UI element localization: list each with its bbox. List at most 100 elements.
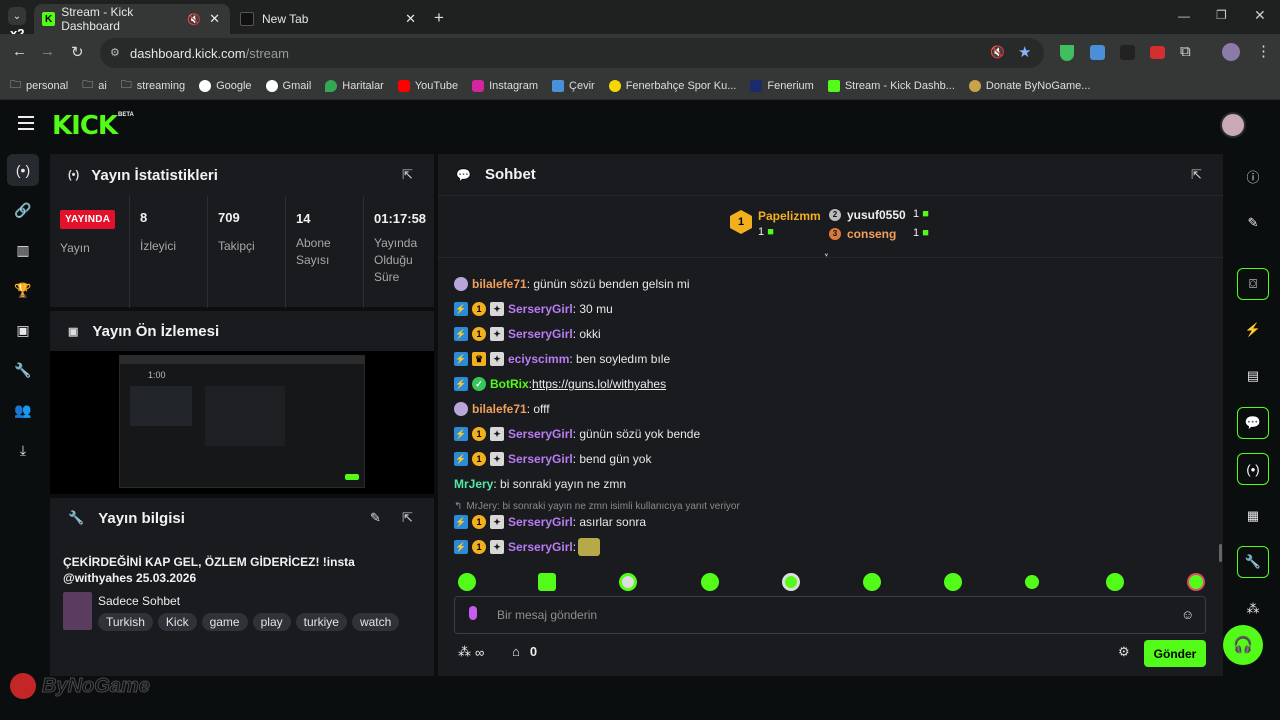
bookmark-kick-dashboard[interactable]: Stream - Kick Dashb... — [827, 79, 955, 92]
bookmark-youtube[interactable]: YouTube — [397, 79, 458, 92]
chat-username[interactable]: bilalefe71 — [472, 402, 527, 416]
emote-quick-icon[interactable] — [1106, 573, 1124, 591]
microphone-icon[interactable] — [469, 606, 477, 620]
user-avatar[interactable] — [1220, 112, 1246, 138]
bookmark-star-icon[interactable]: ★ — [1018, 43, 1031, 61]
chat-username[interactable]: SerseryGirl — [508, 327, 573, 341]
adblock-extension-icon[interactable] — [1060, 45, 1074, 61]
emote-quick-icon[interactable] — [458, 573, 476, 591]
chat-username[interactable]: MrJery — [454, 477, 493, 491]
dark-extension-icon[interactable] — [1120, 45, 1135, 60]
chat-username[interactable]: eciyscimm — [508, 352, 569, 366]
chat-message[interactable]: ⚡ 1 ✦ SerseryGirl: 30 mu — [454, 299, 613, 319]
send-button[interactable]: Gönder — [1144, 640, 1206, 667]
restore-button[interactable]: ❐ — [1216, 8, 1227, 22]
chat-username[interactable]: SerseryGirl — [508, 515, 573, 529]
chat-message[interactable]: ⚡ ♛ ✦ eciyscimm: ben soyledım bıle — [454, 349, 670, 369]
chat-username[interactable]: SerseryGirl — [508, 540, 573, 554]
leader-second-name[interactable]: yusuf0550 — [847, 208, 906, 222]
broadcast-icon[interactable]: (•) — [1237, 453, 1269, 485]
edit-pencil-icon[interactable]: ✎ — [370, 510, 381, 526]
chat-username[interactable]: SerseryGirl — [508, 452, 573, 466]
nav-video-icon[interactable]: ▣ — [7, 314, 39, 346]
tab-muted-icon[interactable]: 🔇 — [187, 13, 201, 26]
bookmark-folder-ai[interactable]: 🗀 ai — [82, 76, 107, 95]
chat-link[interactable]: https://guns.lol/withyahes — [532, 377, 666, 391]
chat-message[interactable]: bilalefe71: günün sözü benden gelsin mi — [454, 274, 689, 294]
bookmark-gmail[interactable]: Gmail — [265, 79, 311, 92]
bookmark-folder-personal[interactable]: 🗀 personal — [10, 76, 68, 95]
chat-settings-gear-icon[interactable]: ⚙ — [1118, 644, 1130, 660]
screenshot-frame-icon[interactable]: ⌼ — [1237, 268, 1269, 300]
chat-username[interactable]: BotRix — [490, 377, 529, 391]
chat-message[interactable]: ⚡ 1 ✦ SerseryGirl: — [454, 537, 601, 557]
nav-link-icon[interactable]: 🔗 — [7, 194, 39, 226]
bookmark-bynogame[interactable]: Donate ByNoGame... — [968, 79, 1090, 92]
window-close-button[interactable]: ✕ — [1254, 7, 1266, 24]
chat-message[interactable]: bilalefe71: offf — [454, 399, 550, 419]
bookmark-google[interactable]: Google — [199, 79, 252, 92]
chat-message[interactable]: ⚡ 1 ✦ SerseryGirl: bend gün yok — [454, 449, 651, 469]
chat-message[interactable]: ⚡ 1 ✦ SerseryGirl: asırlar sonra — [454, 512, 646, 532]
nav-trophy-icon[interactable]: 🏆 — [7, 274, 39, 306]
chat-scrollbar[interactable] — [1219, 544, 1222, 562]
chat-message[interactable]: ⚡ 1 ✦ SerseryGirl: okki — [454, 324, 601, 344]
edit-pencil-icon[interactable]: ✎ — [1237, 207, 1269, 239]
info-icon[interactable]: ⓘ — [1237, 160, 1269, 192]
tab-close-icon[interactable]: ✕ — [405, 11, 416, 27]
tab-kick-dashboard[interactable]: K Stream - Kick Dashboard 🔇 ✕ — [34, 4, 230, 34]
group-icon[interactable]: ⁂ — [1237, 593, 1269, 625]
nav-stream-icon[interactable]: (•) — [7, 154, 39, 186]
tab-list-button[interactable]: ⌄ — [8, 7, 26, 25]
popout-icon[interactable]: ⇱ — [1191, 167, 1205, 182]
support-headset-icon[interactable]: 🎧 — [1223, 625, 1263, 665]
tab-new-tab[interactable]: New Tab ✕ — [234, 4, 424, 34]
leader-third-name[interactable]: conseng — [847, 227, 896, 241]
notes-icon[interactable]: ▤ — [1237, 360, 1269, 392]
nav-users-icon[interactable]: 👥 — [7, 394, 39, 426]
chat-username[interactable]: SerseryGirl — [508, 302, 573, 316]
chat-bubble-icon[interactable]: 💬 — [1237, 407, 1269, 439]
bookmark-cevir[interactable]: Çevir — [552, 79, 595, 92]
chat-message[interactable]: MrJery: bi sonraki yayın ne zmn — [454, 474, 626, 494]
nav-download-icon[interactable]: ⤓ — [7, 434, 39, 466]
translate-extension-icon[interactable] — [1090, 45, 1105, 60]
store-button[interactable]: ⌂ 0 — [512, 644, 537, 659]
leader-first-name[interactable]: Papelizmm — [758, 209, 821, 223]
back-button[interactable]: ← — [12, 43, 27, 60]
layout-icon[interactable]: ▦ — [1237, 500, 1269, 532]
bookmark-fenerbahce[interactable]: Fenerbahçe Spor Ku... — [608, 79, 736, 92]
site-info-icon[interactable]: ⚙ — [110, 46, 120, 59]
emote-quick-icon[interactable] — [619, 573, 637, 591]
chat-message[interactable]: ⚡ ✓ BotRix: https://guns.lol/withyahes — [454, 374, 666, 394]
channel-points[interactable]: ⁂ ∞ — [458, 644, 484, 660]
lightning-icon[interactable]: ⚡ — [1237, 314, 1269, 346]
popout-icon[interactable]: ⇱ — [402, 510, 416, 525]
chat-input-box[interactable]: Bir mesaj gönderin ☺ — [454, 596, 1206, 634]
emote-quick-icon[interactable] — [944, 573, 962, 591]
chat-message[interactable]: ⚡ 1 ✦ SerseryGirl: günün sözü yok bende — [454, 424, 700, 444]
bookmark-fenerium[interactable]: Fenerium — [750, 79, 814, 92]
emote-quick-icon[interactable] — [863, 573, 881, 591]
chat-username[interactable]: bilalefe71 — [472, 277, 527, 291]
bookmark-haritalar[interactable]: Haritalar — [325, 79, 384, 92]
emoji-picker-icon[interactable]: ☺ — [1181, 607, 1194, 622]
browser-menu-icon[interactable]: ⋮ — [1256, 42, 1271, 60]
nav-analytics-icon[interactable]: ▥ — [7, 234, 39, 266]
new-tab-button[interactable]: + — [434, 8, 444, 28]
popout-icon[interactable]: ⇱ — [402, 167, 416, 182]
minimize-button[interactable]: — — [1178, 9, 1190, 23]
emote-quick-icon[interactable] — [1025, 575, 1039, 589]
reload-button[interactable]: ↻ — [71, 43, 84, 61]
tab-muted-indicator-icon[interactable]: 🔇 — [990, 45, 1005, 59]
emote-quick-icon[interactable] — [782, 573, 800, 591]
tab-close-icon[interactable]: ✕ — [209, 11, 220, 27]
preview-video-thumbnail[interactable]: 1:00 — [119, 355, 365, 488]
video-extension-icon[interactable] — [1150, 46, 1165, 59]
emote-quick-icon[interactable] — [538, 573, 556, 591]
kick-logo[interactable]: KICK — [52, 111, 118, 141]
forward-button[interactable]: → — [40, 43, 55, 60]
wrench-icon[interactable]: 🔧 — [1237, 546, 1269, 578]
emote-quick-icon[interactable] — [701, 573, 719, 591]
address-bar[interactable]: ⚙ dashboard.kick.com/stream 🔇 ★ — [100, 38, 1044, 68]
